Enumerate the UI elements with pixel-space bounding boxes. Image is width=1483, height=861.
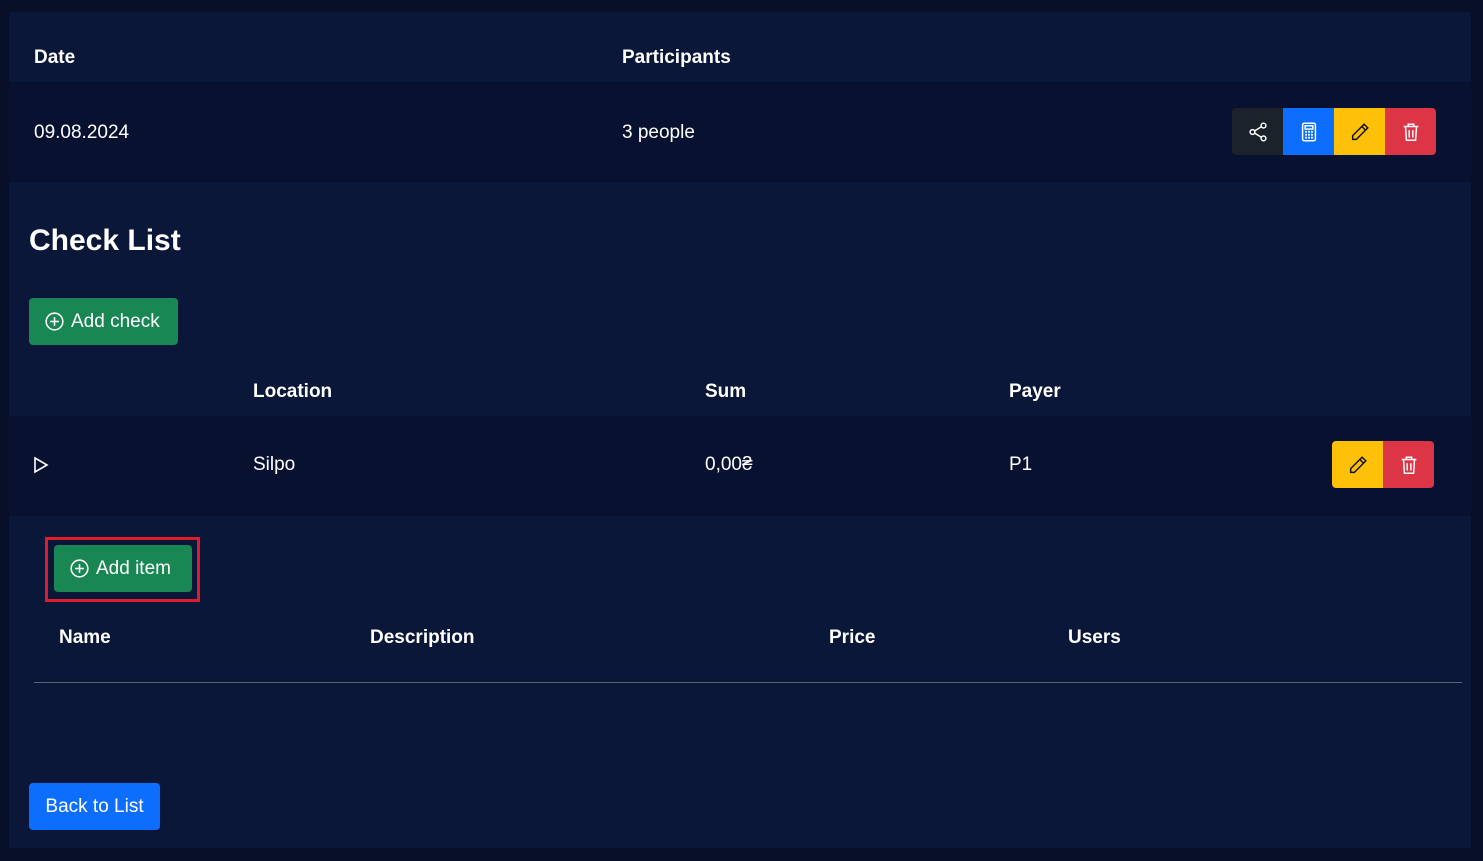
header-price: Price (829, 627, 876, 648)
trip-participants: 3 people (622, 122, 695, 143)
calculator-icon (1301, 122, 1316, 141)
trash-icon (1403, 122, 1418, 141)
calculate-button[interactable] (1283, 108, 1334, 155)
header-users: Users (1068, 627, 1121, 648)
check-list-title: Check List (29, 224, 181, 257)
add-item-label: Add item (96, 557, 171, 579)
share-icon (1248, 121, 1267, 142)
plus-circle-icon (45, 312, 64, 331)
trip-actions (1232, 108, 1436, 155)
trash-icon (1401, 455, 1416, 474)
expand-toggle[interactable] (33, 456, 50, 479)
items-header-divider (34, 682, 1462, 683)
trip-row: 09.08.2024 3 people (9, 82, 1471, 182)
trip-date: 09.08.2024 (34, 122, 130, 143)
pencil-icon (1349, 455, 1367, 473)
header-sum: Sum (705, 381, 747, 402)
header-payer: Payer (1009, 381, 1061, 402)
share-button[interactable] (1232, 108, 1283, 155)
check-row[interactable]: Silpo 0,00₴ P1 (9, 416, 1471, 516)
header-participants: Participants (622, 47, 731, 68)
check-sum: 0,00₴ (705, 454, 753, 475)
trip-table-header: Date Participants (9, 12, 1471, 82)
header-description: Description (370, 627, 475, 648)
check-location: Silpo (253, 454, 296, 475)
play-triangle-icon (34, 456, 49, 474)
back-to-list-button[interactable]: Back to List (29, 783, 160, 830)
check-actions (1332, 441, 1434, 488)
add-check-label: Add check (71, 310, 160, 332)
add-item-button[interactable]: Add item (54, 545, 192, 592)
delete-check-button[interactable] (1383, 441, 1434, 488)
main-panel: Date Participants 09.08.2024 3 people Ch… (9, 12, 1471, 848)
edit-check-button[interactable] (1332, 441, 1383, 488)
header-location: Location (253, 381, 333, 402)
plus-circle-icon (70, 559, 89, 578)
header-date: Date (34, 47, 76, 68)
pencil-icon (1351, 122, 1369, 140)
add-check-button[interactable]: Add check (29, 298, 178, 345)
delete-trip-button[interactable] (1385, 108, 1436, 155)
header-name: Name (59, 627, 111, 648)
check-table-header: Location Sum Payer (9, 368, 1471, 416)
edit-trip-button[interactable] (1334, 108, 1385, 155)
check-payer: P1 (1009, 454, 1033, 475)
